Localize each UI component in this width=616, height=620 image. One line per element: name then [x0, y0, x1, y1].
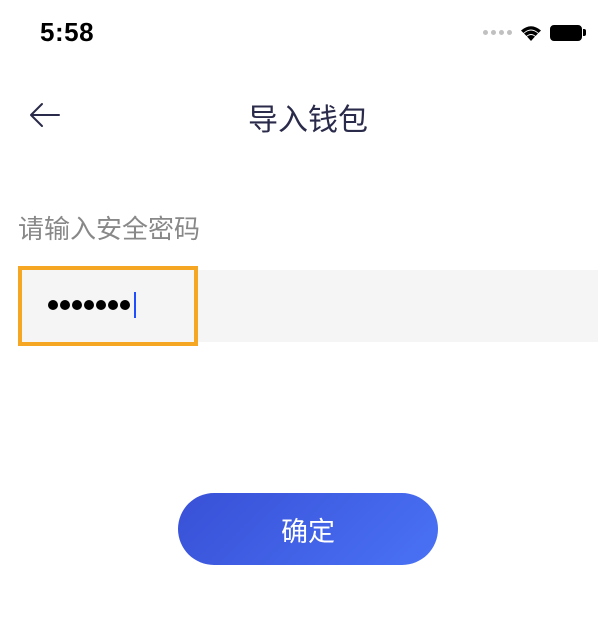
password-dot: [84, 300, 94, 310]
back-button[interactable]: [24, 97, 66, 138]
password-dot: [120, 300, 130, 310]
wifi-icon: [520, 25, 542, 41]
password-dot: [60, 300, 70, 310]
password-dot: [72, 300, 82, 310]
back-arrow-icon: [29, 102, 61, 128]
status-bar: 5:58: [0, 0, 616, 55]
password-dot: [108, 300, 118, 310]
password-dot: [96, 300, 106, 310]
confirm-button[interactable]: 确定: [178, 493, 438, 565]
nav-bar: 导入钱包: [0, 55, 616, 149]
password-value: [48, 292, 136, 318]
text-cursor: [134, 292, 136, 318]
page-title: 导入钱包: [24, 95, 592, 139]
status-icons: [483, 25, 586, 41]
password-label: 请输入安全密码: [18, 209, 598, 246]
button-container: 确定: [0, 493, 616, 565]
content-area: 请输入安全密码: [0, 149, 616, 246]
signal-dots-icon: [483, 30, 512, 35]
password-dot: [48, 300, 58, 310]
battery-icon: [550, 25, 586, 41]
status-time: 5:58: [40, 17, 94, 48]
